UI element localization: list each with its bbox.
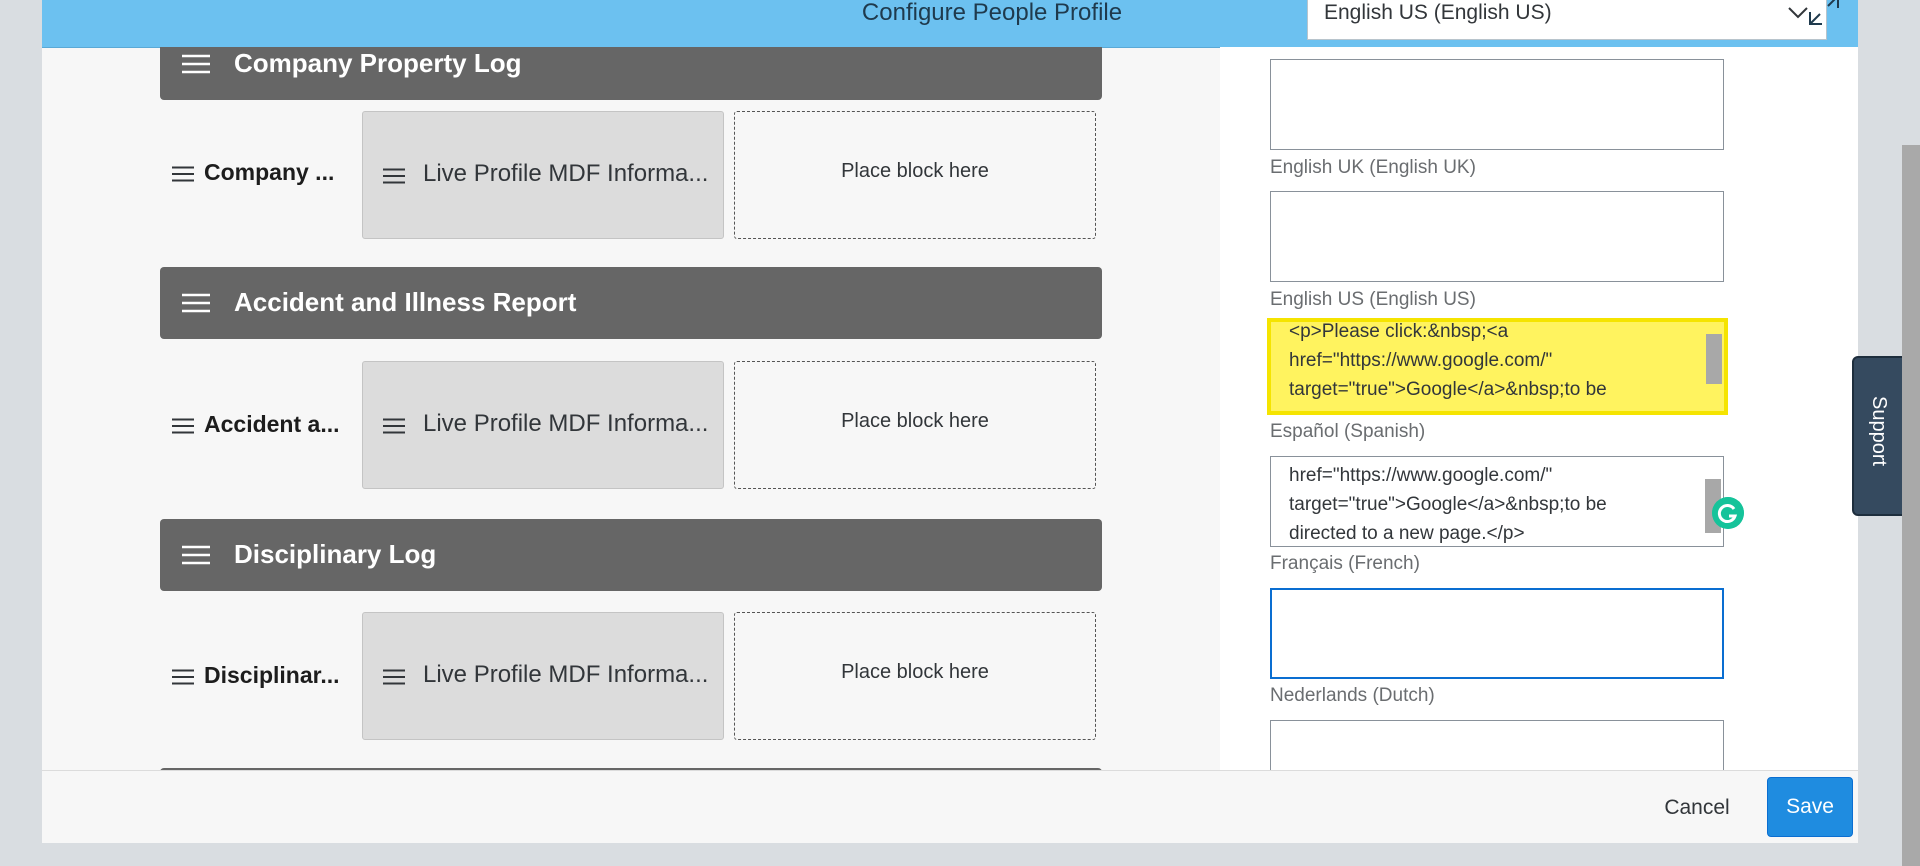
drag-handle-icon[interactable] bbox=[182, 54, 210, 74]
drop-zone-label: Place block here bbox=[841, 410, 989, 432]
translation-field-previous[interactable] bbox=[1270, 59, 1724, 150]
section-header-disciplinary-log[interactable]: Disciplinary Log bbox=[160, 519, 1102, 591]
support-tab[interactable]: Support bbox=[1852, 356, 1906, 516]
drag-handle-icon[interactable] bbox=[172, 418, 194, 434]
dutch-label: Nederlands (Dutch) bbox=[1270, 685, 1435, 706]
cancel-button[interactable]: Cancel bbox=[1657, 792, 1737, 824]
section-title: Accident and Illness Report bbox=[234, 287, 577, 317]
drop-zone-label: Place block here bbox=[841, 160, 989, 182]
french-field[interactable] bbox=[1270, 588, 1724, 679]
row-label-text: Disciplinar... bbox=[204, 662, 340, 688]
translations-panel: English UK (English UK) English US (Engl… bbox=[1220, 47, 1858, 770]
row-label-text: Company ... bbox=[204, 159, 335, 185]
profile-block[interactable]: Live Profile MDF Informa... bbox=[362, 361, 724, 489]
dialog-title: Configure People Profile bbox=[861, 0, 1123, 26]
dialog-header: Configure People Profile English US (Eng… bbox=[42, 0, 1858, 48]
drag-handle-icon[interactable] bbox=[383, 418, 405, 434]
dutch-field[interactable] bbox=[1270, 720, 1724, 770]
row-label[interactable]: Disciplinar... bbox=[172, 662, 340, 689]
row-label[interactable]: Accident a... bbox=[172, 411, 339, 438]
profile-block[interactable]: Live Profile MDF Informa... bbox=[362, 612, 724, 740]
dialog-footer: Cancel Save bbox=[42, 770, 1858, 843]
block-label: Live Profile MDF Informa... bbox=[423, 160, 709, 187]
spanish-label: Español (Spanish) bbox=[1270, 421, 1426, 442]
expand-icon[interactable] bbox=[1804, 0, 1844, 30]
language-select-value: English US (English US) bbox=[1324, 1, 1552, 24]
english-uk-field[interactable] bbox=[1270, 191, 1724, 282]
drag-handle-icon[interactable] bbox=[182, 545, 210, 565]
drag-handle-icon[interactable] bbox=[383, 669, 405, 685]
drag-handle-icon[interactable] bbox=[172, 669, 194, 685]
french-label: Français (French) bbox=[1270, 553, 1420, 574]
section-title: Company Property Log bbox=[234, 48, 522, 78]
drag-handle-icon[interactable] bbox=[383, 168, 405, 184]
block-drop-zone[interactable]: Place block here bbox=[734, 111, 1096, 239]
spanish-field[interactable]: href="https://www.google.com/" target="t… bbox=[1270, 456, 1724, 547]
english-us-label: English US (English US) bbox=[1270, 289, 1476, 310]
english-us-field[interactable]: <p>Please click:&nbsp;<a href="https://w… bbox=[1267, 318, 1728, 415]
support-label: Support bbox=[1868, 396, 1890, 467]
drag-handle-icon[interactable] bbox=[172, 166, 194, 182]
save-button[interactable]: Save bbox=[1767, 777, 1853, 837]
field-scrollbar[interactable] bbox=[1706, 334, 1722, 384]
drop-zone-label: Place block here bbox=[841, 661, 989, 683]
row-label[interactable]: Company ... bbox=[172, 159, 334, 186]
section-header-company-property-log[interactable]: Company Property Log bbox=[160, 47, 1102, 100]
english-uk-label: English UK (English UK) bbox=[1270, 157, 1476, 178]
configure-people-profile-dialog: Configure People Profile English US (Eng… bbox=[42, 0, 1858, 843]
page-scrollbar[interactable] bbox=[1902, 145, 1920, 866]
profile-block[interactable]: Live Profile MDF Informa... bbox=[362, 111, 724, 239]
drag-handle-icon[interactable] bbox=[182, 293, 210, 313]
english-us-field-value: <p>Please click:&nbsp;<a href="https://w… bbox=[1289, 321, 1607, 400]
block-label: Live Profile MDF Informa... bbox=[423, 410, 709, 437]
language-select[interactable]: English US (English US) bbox=[1307, 0, 1827, 40]
block-drop-zone[interactable]: Place block here bbox=[734, 612, 1096, 740]
section-title: Disciplinary Log bbox=[234, 539, 437, 569]
block-drop-zone[interactable]: Place block here bbox=[734, 361, 1096, 489]
block-label: Live Profile MDF Informa... bbox=[423, 661, 709, 688]
layout-editor-panel: Company Property Log Company ... Live Pr… bbox=[42, 47, 1220, 770]
section-header-accident-and-illness-report[interactable]: Accident and Illness Report bbox=[160, 267, 1102, 339]
spanish-field-value: href="https://www.google.com/" target="t… bbox=[1289, 465, 1607, 544]
grammarly-icon[interactable] bbox=[1712, 497, 1744, 529]
row-label-text: Accident a... bbox=[204, 411, 340, 437]
